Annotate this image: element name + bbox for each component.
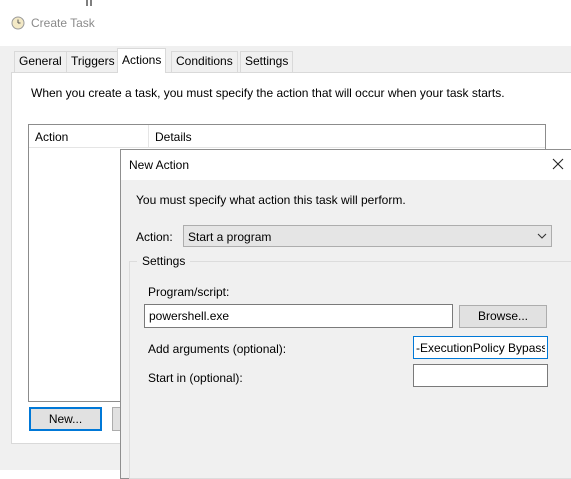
- add-arguments-input[interactable]: [413, 336, 548, 359]
- start-in-label: Start in (optional):: [148, 371, 243, 385]
- program-script-label: Program/script:: [148, 285, 230, 299]
- tab-conditions[interactable]: Conditions: [171, 51, 238, 72]
- settings-group-label: Settings: [137, 254, 191, 268]
- tab-actions[interactable]: Actions: [117, 48, 167, 73]
- start-in-input[interactable]: [413, 364, 548, 387]
- clock-icon: [11, 16, 25, 30]
- action-select-value: Start a program: [188, 230, 272, 244]
- window-title: Create Task: [31, 16, 95, 30]
- dialog-instruction: You must specify what action this task w…: [136, 193, 406, 207]
- column-divider[interactable]: [148, 125, 149, 147]
- new-action-button[interactable]: New...: [29, 407, 102, 431]
- background-window-edge: [90, 0, 92, 6]
- browse-button[interactable]: Browse...: [459, 305, 547, 328]
- column-header-details[interactable]: Details: [155, 130, 192, 144]
- add-arguments-label: Add arguments (optional):: [148, 342, 287, 356]
- tab-triggers[interactable]: Triggers: [66, 51, 120, 72]
- action-list-header: [29, 125, 545, 148]
- tab-general[interactable]: General: [14, 51, 67, 72]
- close-icon[interactable]: [550, 156, 566, 172]
- actions-description: When you create a task, you must specify…: [31, 86, 505, 100]
- background-window-edge: [86, 0, 88, 6]
- chevron-down-icon[interactable]: [536, 230, 548, 242]
- action-label: Action:: [136, 230, 173, 244]
- column-header-action[interactable]: Action: [35, 130, 68, 144]
- program-script-input[interactable]: [144, 304, 453, 328]
- tab-settings[interactable]: Settings: [240, 51, 294, 72]
- dialog-title: New Action: [129, 158, 190, 172]
